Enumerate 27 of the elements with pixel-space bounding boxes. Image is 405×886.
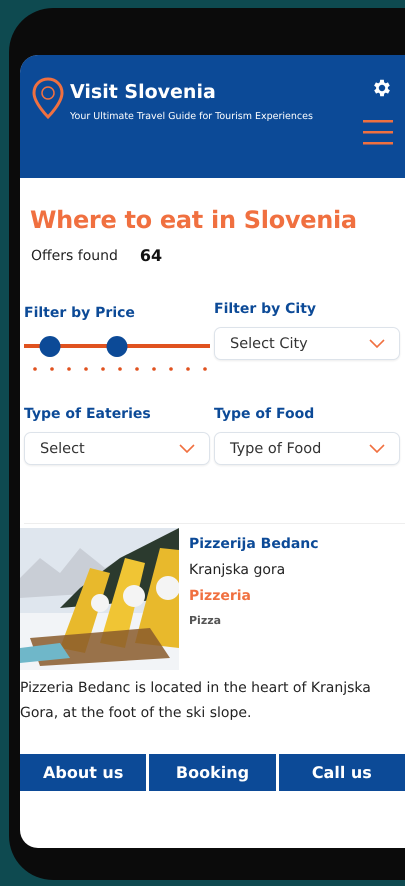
restaurant-description: Pizzeria Bedanc is located in the heart of Kranjska Gora, at the foot of the ski slope. [20, 679, 372, 723]
chevron-down-icon [369, 339, 385, 348]
dropdown-select[interactable]: Select City [214, 327, 400, 360]
food-type: Pizza [189, 614, 222, 627]
chevron-down-icon [179, 444, 195, 453]
nav-button[interactable]: Call us [278, 754, 405, 791]
filter-label: Type of Food [214, 406, 316, 422]
slider-handle[interactable] [106, 336, 128, 357]
nav-button[interactable]: About us [20, 754, 146, 791]
filter-label: Filter by City [214, 301, 318, 317]
chevron-down-icon [369, 444, 385, 453]
site-tagline: Your Ultimate Travel Guide for Tourism Experiences [70, 111, 314, 122]
filter-label: Filter by Price [24, 305, 136, 321]
map-pin-icon [32, 77, 64, 119]
restaurant-category: Pizzeria [189, 588, 252, 604]
nav-button[interactable]: Booking [149, 754, 276, 791]
site-title: Visit Slovenia [70, 81, 217, 103]
restaurant-city: Kranjska gora [189, 562, 286, 578]
page-heading: Where to eat in Slovenia [30, 206, 358, 234]
dropdown-select[interactable]: Select [24, 432, 210, 465]
menu-icon[interactable] [363, 119, 393, 145]
filter-label: Type of Eateries [24, 406, 152, 422]
dropdown-select[interactable]: Type of Food [214, 432, 400, 465]
slider-handle[interactable] [40, 336, 61, 357]
offers-label: Offers found [31, 248, 118, 264]
restaurant-name[interactable]: Pizzerija Bedanc [189, 536, 319, 552]
offers-count: 64 [140, 246, 162, 265]
